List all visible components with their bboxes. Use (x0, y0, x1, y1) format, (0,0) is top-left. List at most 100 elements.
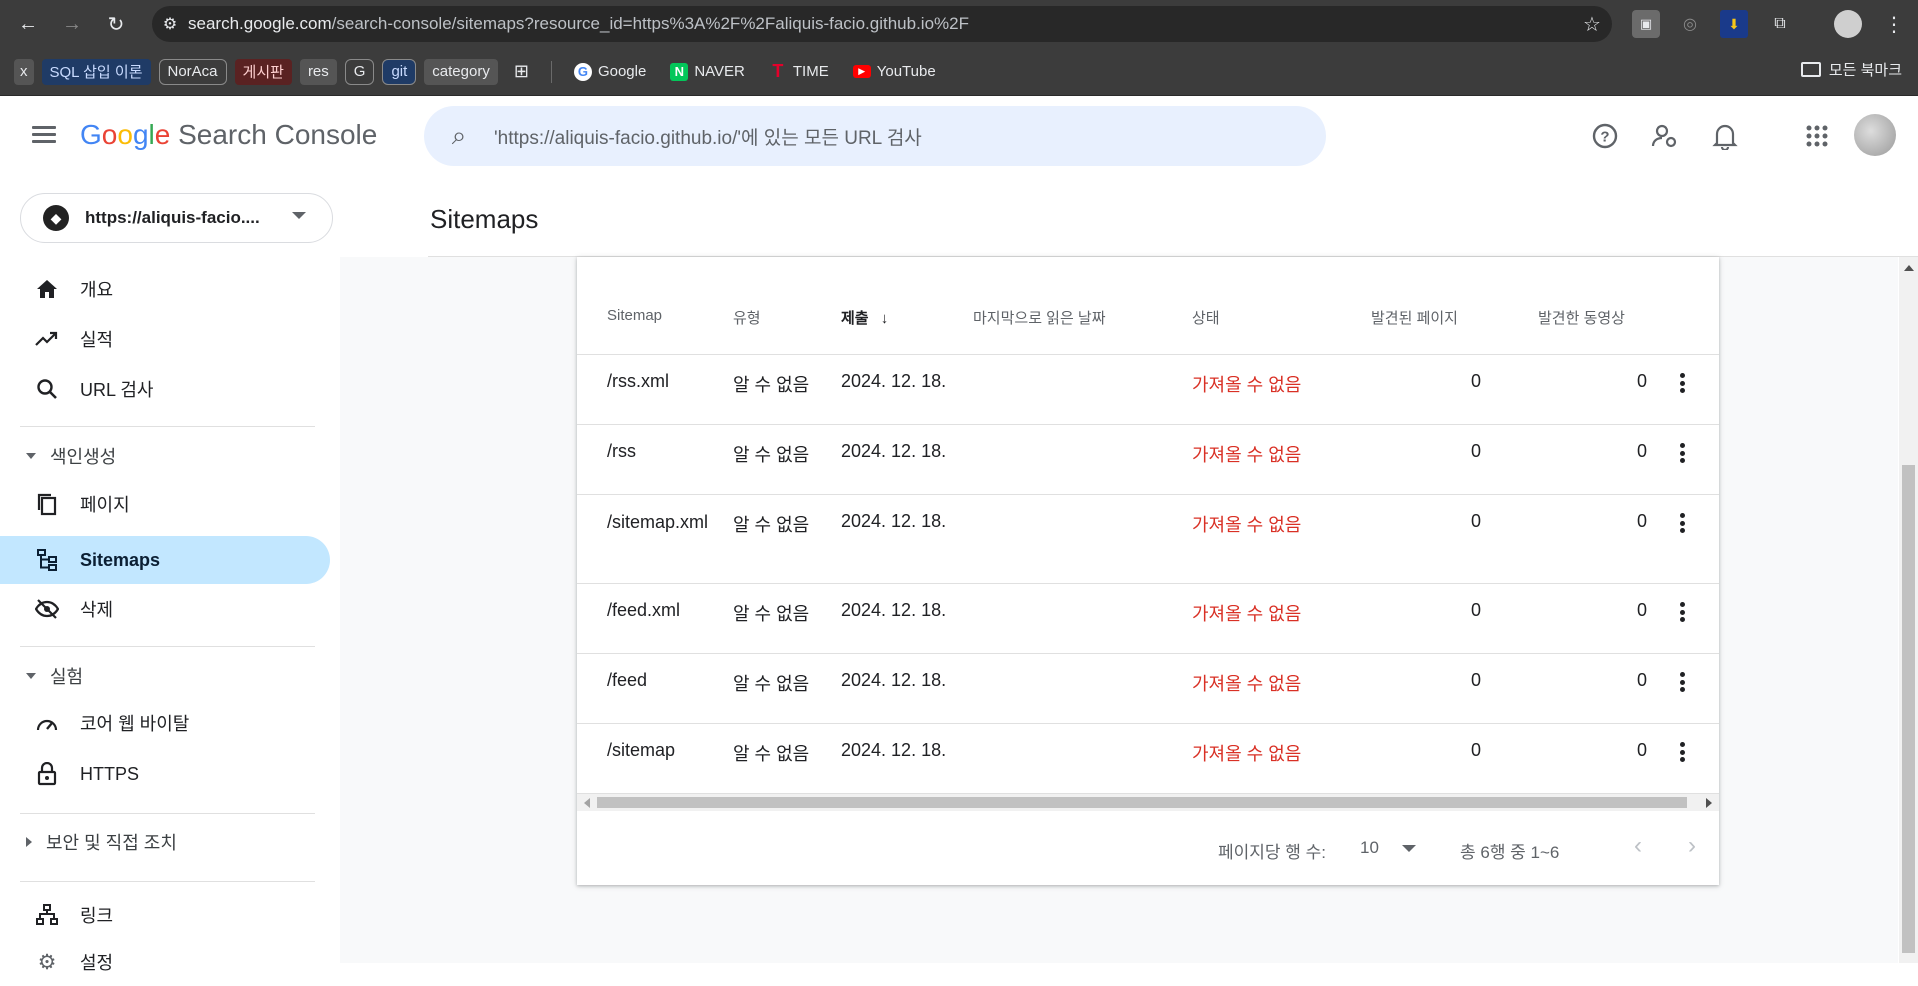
folder-icon (1800, 62, 1821, 77)
hamburger-menu-icon[interactable] (30, 122, 58, 150)
table-row[interactable]: /rss.xml 알 수 없음 2024. 12. 18. 가져올 수 없음 0… (577, 355, 1719, 425)
site-info-icon[interactable]: ⚙ (152, 14, 188, 34)
bookmark-star-icon[interactable]: ☆ (1572, 12, 1612, 37)
all-bookmarks[interactable]: 모든 북마크 (1800, 59, 1902, 80)
forward-icon[interactable]: → (52, 4, 92, 44)
cell-status: 가져올 수 없음 (1192, 674, 1302, 694)
bookmark-sql[interactable]: SQL 삽입 이론 (41, 58, 151, 85)
column-header-discovered-pages[interactable]: 발견된 페이지 (1371, 307, 1458, 328)
rows-per-page-select[interactable]: 10 (1360, 838, 1379, 858)
cell-pages: 0 (1470, 740, 1481, 760)
back-icon[interactable]: ← (8, 4, 48, 44)
bookmarks-bar: x SQL 삽입 이론 NorAca 게시판 res G git categor… (0, 48, 1918, 96)
table-header: Sitemap 유형 제출 ↓ 마지막으로 읽은 날짜 상태 발견된 페이지 발… (577, 257, 1719, 355)
column-header-type[interactable]: 유형 (733, 307, 761, 328)
gauge-icon (34, 710, 60, 736)
extensions-puzzle-icon[interactable]: ⧉ (1766, 10, 1794, 38)
scroll-right-icon[interactable] (1706, 798, 1712, 808)
scrollbar-thumb[interactable] (597, 797, 1687, 808)
horizontal-scrollbar[interactable] (577, 794, 1719, 811)
vertical-scrollbar[interactable] (1899, 257, 1918, 963)
bookmark-time[interactable]: T TIME (761, 59, 837, 85)
extension-icon-1[interactable]: ▣ (1632, 10, 1660, 38)
bookmark-x[interactable]: x (14, 58, 34, 85)
extension-icon-2[interactable]: ◎ (1676, 10, 1704, 38)
search-icon: ⌕ (451, 120, 467, 150)
bookmark-g[interactable]: G (344, 58, 375, 85)
sidebar-item-core-web-vitals[interactable]: 코어 웹 바이탈 (0, 699, 330, 747)
search-console-logo[interactable]: Google Search Console (80, 119, 377, 151)
links-icon (34, 902, 60, 928)
column-header-discovered-videos[interactable]: 발견한 동영상 (1538, 307, 1625, 328)
sidebar-item-performance[interactable]: 실적 (0, 315, 330, 363)
sidebar-item-url-inspection[interactable]: URL 검사 (0, 365, 330, 413)
apps-grid-icon[interactable]: ⊞ (506, 59, 537, 85)
notifications-bell-icon[interactable] (1708, 119, 1742, 153)
column-header-status[interactable]: 상태 (1192, 307, 1220, 328)
cell-submitted: 2024. 12. 18. (841, 740, 947, 760)
more-options-icon[interactable] (1677, 670, 1687, 694)
bookmark-youtube[interactable]: ▶ YouTube (845, 59, 944, 85)
section-security[interactable]: 보안 및 직접 조치 (26, 827, 177, 857)
chevron-down-icon[interactable] (1402, 845, 1416, 852)
scrollbar-thumb[interactable] (1902, 465, 1915, 953)
help-icon[interactable]: ? (1588, 119, 1622, 153)
profile-avatar[interactable] (1834, 10, 1862, 38)
column-header-submitted[interactable]: 제출 ↓ (841, 307, 888, 328)
sidebar-item-settings[interactable]: ⚙ 설정 (0, 938, 330, 986)
manage-users-icon[interactable] (1648, 119, 1682, 153)
more-options-icon[interactable] (1677, 441, 1687, 465)
sidebar-item-links[interactable]: 링크 (0, 891, 330, 939)
bookmark-naver[interactable]: N NAVER (662, 59, 753, 85)
table-row[interactable]: /rss 알 수 없음 2024. 12. 18. 가져올 수 없음 0 0 (577, 425, 1719, 495)
column-header-sitemap[interactable]: Sitemap (607, 307, 662, 324)
table-row[interactable]: /feed.xml 알 수 없음 2024. 12. 18. 가져올 수 없음 … (577, 584, 1719, 654)
nav-divider (20, 813, 315, 814)
cell-submitted: 2024. 12. 18. (841, 511, 947, 531)
previous-page-icon[interactable]: ‹ (1623, 831, 1653, 861)
browser-menu-icon[interactable]: ⋮ (1880, 10, 1908, 38)
table-row[interactable]: /sitemap.xml 알 수 없음 2024. 12. 18. 가져올 수 … (577, 495, 1719, 584)
cell-type: 알 수 없음 (733, 375, 810, 395)
next-page-icon[interactable]: › (1677, 831, 1707, 861)
youtube-icon: ▶ (852, 65, 871, 78)
more-options-icon[interactable] (1677, 600, 1687, 624)
column-header-last-read[interactable]: 마지막으로 읽은 날짜 (973, 307, 1106, 328)
google-apps-grid-icon[interactable] (1800, 119, 1834, 153)
url-inspection-search[interactable]: ⌕ 'https://aliquis-facio.github.io/'에 있는… (424, 106, 1326, 166)
cell-pages: 0 (1470, 670, 1481, 690)
property-selector[interactable]: ◆ https://aliquis-facio.... (20, 193, 333, 243)
table-row[interactable]: /feed 알 수 없음 2024. 12. 18. 가져올 수 없음 0 0 (577, 654, 1719, 724)
reload-icon[interactable]: ↻ (96, 4, 136, 44)
sort-arrow-down-icon: ↓ (880, 310, 889, 327)
scroll-left-icon[interactable] (584, 798, 590, 808)
extension-icon-3[interactable]: ⬇ (1720, 10, 1748, 38)
sidebar-item-removals[interactable]: 삭제 (0, 585, 330, 633)
trending-icon (34, 326, 60, 352)
bookmark-res[interactable]: res (299, 58, 337, 85)
more-options-icon[interactable] (1677, 511, 1687, 535)
bookmark-noraca[interactable]: NorAca (158, 58, 227, 85)
sidebar-item-pages[interactable]: 페이지 (0, 480, 330, 528)
more-options-icon[interactable] (1677, 371, 1687, 395)
more-options-icon[interactable] (1677, 740, 1687, 764)
account-avatar[interactable] (1854, 114, 1896, 156)
cell-status: 가져올 수 없음 (1192, 604, 1302, 624)
cell-sitemap: /sitemap (607, 740, 676, 760)
bookmark-google[interactable]: G Google (566, 59, 654, 85)
bookmark-git[interactable]: git (382, 58, 417, 85)
sidebar-item-https[interactable]: HTTPS (0, 750, 330, 798)
naver-icon: N (670, 62, 689, 81)
table-row[interactable]: /sitemap 알 수 없음 2024. 12. 18. 가져올 수 없음 0… (577, 724, 1719, 794)
sidebar-item-overview[interactable]: 개요 (0, 265, 330, 313)
sidebar-item-sitemaps[interactable]: Sitemaps (0, 536, 330, 584)
app-header: Google Search Console ⌕ 'https://aliquis… (0, 97, 1918, 175)
section-indexing[interactable]: 색인생성 (26, 441, 116, 471)
section-experience[interactable]: 실험 (26, 661, 83, 691)
bookmark-board[interactable]: 게시판 (234, 58, 292, 85)
address-bar[interactable]: ⚙ search.google.com/search-console/sitem… (152, 6, 1612, 42)
bookmark-category[interactable]: category (424, 58, 498, 85)
scroll-up-icon[interactable] (1904, 265, 1914, 271)
url-text[interactable]: search.google.com/search-console/sitemap… (188, 14, 1572, 34)
pages-icon (34, 491, 60, 517)
